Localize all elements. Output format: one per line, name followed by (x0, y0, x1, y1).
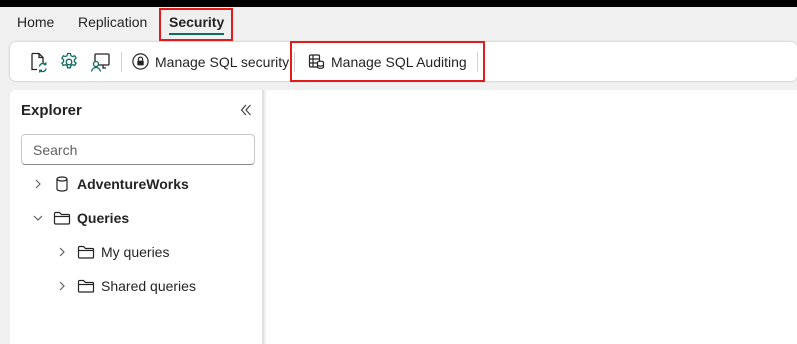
tab-replication[interactable]: Replication (78, 7, 147, 40)
tree-item-my-queries[interactable]: My queries (55, 240, 169, 264)
tab-security-label: Security (169, 14, 225, 30)
refresh-file-icon[interactable] (27, 51, 49, 73)
chevron-right-icon[interactable] (55, 245, 69, 259)
main-content-area (266, 90, 797, 344)
active-tab-indicator (169, 33, 225, 35)
folder-icon (77, 245, 95, 259)
explorer-search-input[interactable] (21, 134, 255, 165)
toolbar-separator (121, 52, 122, 72)
chevron-down-icon[interactable] (31, 211, 45, 225)
tree-item-label: My queries (101, 244, 170, 260)
manage-sql-security-button[interactable]: Manage SQL security (132, 48, 289, 75)
database-icon (56, 176, 68, 192)
lock-icon (132, 53, 149, 70)
collapse-double-chevron-icon[interactable] (238, 102, 254, 118)
folder-icon (53, 211, 71, 225)
manage-sql-security-label: Manage SQL security (155, 53, 290, 70)
database-table-icon (308, 54, 325, 69)
tab-home[interactable]: Home (17, 7, 54, 40)
person-monitor-icon[interactable] (89, 51, 111, 73)
folder-icon (77, 279, 95, 293)
tree-item-queries[interactable]: Queries (31, 206, 129, 230)
explorer-title: Explorer (21, 102, 82, 119)
tree-item-label: AdventureWorks (77, 176, 189, 192)
window-top-bar (0, 0, 797, 7)
tab-security[interactable]: Security (169, 7, 225, 40)
tree-item-shared-queries[interactable]: Shared queries (55, 274, 196, 298)
ribbon-toolbar: Manage SQL security Manage SQL Auditing (10, 42, 797, 81)
tree-item-label: Queries (77, 210, 130, 226)
toolbar-separator (477, 52, 478, 72)
ribbon-tabs: Home Replication Security (0, 7, 797, 40)
tree-item-adventureworks[interactable]: AdventureWorks (31, 172, 189, 196)
toolbar-separator (294, 52, 295, 72)
settings-gear-icon[interactable] (58, 51, 80, 73)
manage-sql-auditing-label: Manage SQL Auditing (331, 53, 467, 70)
chevron-right-icon[interactable] (31, 177, 45, 191)
manage-sql-auditing-button[interactable]: Manage SQL Auditing (308, 48, 467, 75)
chevron-right-icon[interactable] (55, 279, 69, 293)
explorer-panel: Explorer AdventureWorks Queries My queri… (10, 90, 264, 344)
tree-item-label: Shared queries (101, 278, 196, 294)
